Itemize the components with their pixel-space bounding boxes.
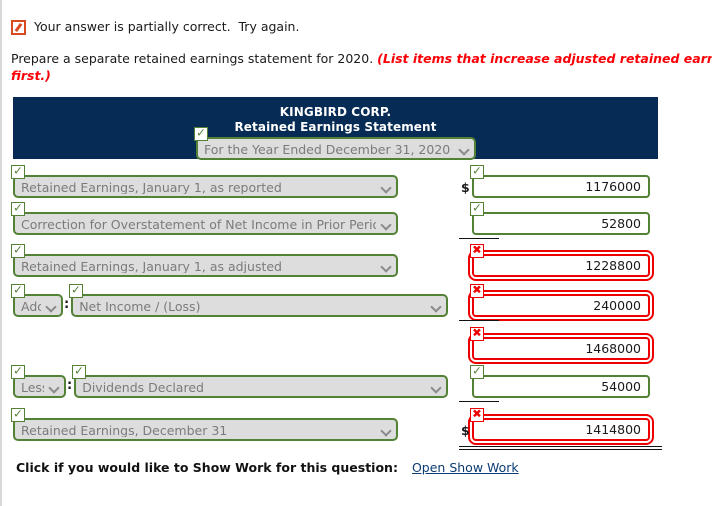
amount-input[interactable] bbox=[468, 414, 654, 445]
statement-row: ✓ Less : ✓ Dividends Declared bbox=[11, 365, 449, 398]
amount-input[interactable] bbox=[472, 175, 650, 198]
status-incorrect-icon: ✖ bbox=[470, 244, 484, 258]
prefix-field: ✓ Add bbox=[11, 284, 63, 317]
status-correct-icon: ✓ bbox=[11, 408, 25, 422]
row-label-select[interactable]: Retained Earnings, January 1, as reporte… bbox=[13, 175, 398, 198]
label-select-wrap: Retained Earnings, January 1, as adjuste… bbox=[13, 254, 398, 277]
open-show-work-link[interactable]: Open Show Work bbox=[412, 460, 519, 475]
label-select-wrap: Correction for Overstatement of Net Inco… bbox=[13, 212, 398, 235]
colon-separator: : bbox=[67, 378, 73, 393]
subtotal-rule bbox=[459, 401, 499, 402]
amount-field: ✖ bbox=[459, 284, 654, 321]
label-select-wrap: Retained Earnings, January 1, as reporte… bbox=[13, 175, 398, 198]
retained-earnings-statement: KINGBIRD CORP. Retained Earnings Stateme… bbox=[13, 97, 658, 160]
row-label-select[interactable]: Correction for Overstatement of Net Inco… bbox=[13, 212, 398, 235]
amount-field: ✓ bbox=[459, 202, 650, 239]
statement-row: ✓ Correction for Overstatement of Net In… bbox=[11, 202, 398, 235]
status-correct-icon: ✓ bbox=[11, 244, 25, 258]
status-correct-icon: ✓ bbox=[69, 284, 84, 298]
status-correct-icon: ✓ bbox=[194, 127, 208, 141]
amount-cell: ✖ bbox=[468, 244, 654, 281]
amount-input[interactable] bbox=[468, 290, 654, 321]
status-correct-icon: ✓ bbox=[72, 365, 87, 379]
amount-field: ✖ bbox=[468, 327, 654, 364]
status-incorrect-icon: ✖ bbox=[470, 408, 484, 422]
amount-input[interactable] bbox=[468, 250, 654, 281]
amount-cell: ✓ bbox=[459, 202, 650, 239]
amount-field: ✓ $ bbox=[461, 165, 650, 198]
show-work-prompt: Click if you would like to Show Work for… bbox=[16, 460, 398, 475]
label-field: ✓ Retained Earnings, January 1, as adjus… bbox=[11, 244, 398, 277]
statement-title: Retained Earnings Statement bbox=[234, 120, 437, 134]
amount-input[interactable] bbox=[468, 333, 654, 364]
status-incorrect-icon: ✖ bbox=[470, 284, 484, 298]
instruction-main: Prepare a separate retained earnings sta… bbox=[11, 51, 378, 66]
period-field: ✓ For the Year Ended December 31, 2020 bbox=[194, 127, 476, 160]
status-correct-icon: ✓ bbox=[11, 165, 25, 179]
statement-row: ✓ Add : ✓ Net Income / (Loss) bbox=[11, 284, 449, 317]
total-double-rule bbox=[459, 446, 662, 450]
status-incorrect-icon: ✖ bbox=[470, 327, 484, 341]
label-select-wrap: Retained Earnings, December 31 bbox=[13, 418, 398, 441]
show-work-row: Click if you would like to Show Work for… bbox=[16, 460, 519, 475]
status-correct-icon: ✓ bbox=[11, 202, 25, 216]
currency-symbol: $ bbox=[461, 423, 470, 438]
question-panel: Your answer is partially correct. Try ag… bbox=[0, 0, 712, 506]
amount-field: ✖ bbox=[468, 244, 654, 281]
label-select-wrap: Dividends Declared bbox=[74, 375, 449, 398]
status-correct-icon: ✓ bbox=[470, 202, 484, 216]
label-field: ✓ Correction for Overstatement of Net In… bbox=[11, 202, 398, 235]
period-select-wrap: For the Year Ended December 31, 2020 bbox=[196, 137, 476, 160]
label-field: ✓ Net Income / (Loss) bbox=[69, 284, 449, 317]
amount-cell: ✓ $ bbox=[461, 165, 650, 198]
label-field: ✓ Retained Earnings, December 31 bbox=[11, 408, 398, 441]
amount-cell: ✖ bbox=[468, 327, 654, 364]
company-name: KINGBIRD CORP. bbox=[279, 105, 392, 119]
subtotal-rule bbox=[459, 320, 499, 321]
label-select-wrap: Net Income / (Loss) bbox=[71, 294, 449, 317]
row-label-select[interactable]: Net Income / (Loss) bbox=[71, 294, 449, 317]
row-label-select[interactable]: Retained Earnings, December 31 bbox=[13, 418, 398, 441]
subtotal-rule bbox=[459, 238, 499, 239]
feedback-text: Your answer is partially correct. Try ag… bbox=[34, 19, 300, 34]
status-correct-icon: ✓ bbox=[11, 365, 25, 379]
label-field: ✓ Retained Earnings, January 1, as repor… bbox=[11, 165, 398, 198]
feedback-banner: Your answer is partially correct. Try ag… bbox=[11, 19, 299, 35]
colon-separator: : bbox=[64, 297, 70, 312]
currency-symbol: $ bbox=[461, 180, 470, 195]
amount-field: ✖ $ bbox=[459, 408, 662, 450]
amount-input[interactable] bbox=[472, 375, 650, 398]
period-select[interactable]: For the Year Ended December 31, 2020 bbox=[196, 137, 476, 160]
statement-row: ✓ Retained Earnings, January 1, as adjus… bbox=[11, 244, 398, 277]
status-correct-icon: ✓ bbox=[470, 165, 484, 179]
amount-input[interactable] bbox=[472, 212, 650, 235]
row-label-select[interactable]: Dividends Declared bbox=[74, 375, 449, 398]
status-correct-icon: ✓ bbox=[11, 284, 25, 298]
statement-row: ✓ Retained Earnings, December 31 bbox=[11, 408, 398, 441]
amount-field: ✓ bbox=[459, 365, 650, 402]
label-field: ✓ Dividends Declared bbox=[72, 365, 449, 398]
partial-credit-icon bbox=[11, 20, 26, 35]
status-correct-icon: ✓ bbox=[470, 365, 484, 379]
amount-cell: ✖ $ bbox=[459, 408, 662, 450]
prefix-field: ✓ Less bbox=[11, 365, 66, 398]
statement-header: KINGBIRD CORP. Retained Earnings Stateme… bbox=[13, 97, 658, 160]
instruction-text: Prepare a separate retained earnings sta… bbox=[11, 50, 712, 84]
statement-row: ✓ Retained Earnings, January 1, as repor… bbox=[11, 165, 398, 198]
row-label-select[interactable]: Retained Earnings, January 1, as adjuste… bbox=[13, 254, 398, 277]
amount-cell: ✖ bbox=[459, 284, 654, 321]
amount-cell: ✓ bbox=[459, 365, 650, 402]
